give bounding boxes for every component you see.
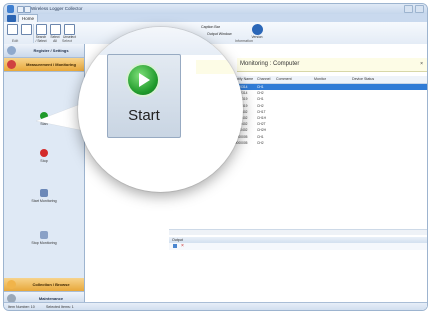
zoom-callout: Start [78, 27, 243, 192]
app-window: Wireless Logger Collector Home Search / … [3, 3, 428, 311]
zoom-background [78, 27, 243, 55]
zoom-caption-strip [196, 60, 243, 74]
zoomed-start-button[interactable]: Start [107, 54, 181, 138]
play-icon [128, 65, 158, 95]
zoomed-start-label: Start [128, 107, 160, 124]
